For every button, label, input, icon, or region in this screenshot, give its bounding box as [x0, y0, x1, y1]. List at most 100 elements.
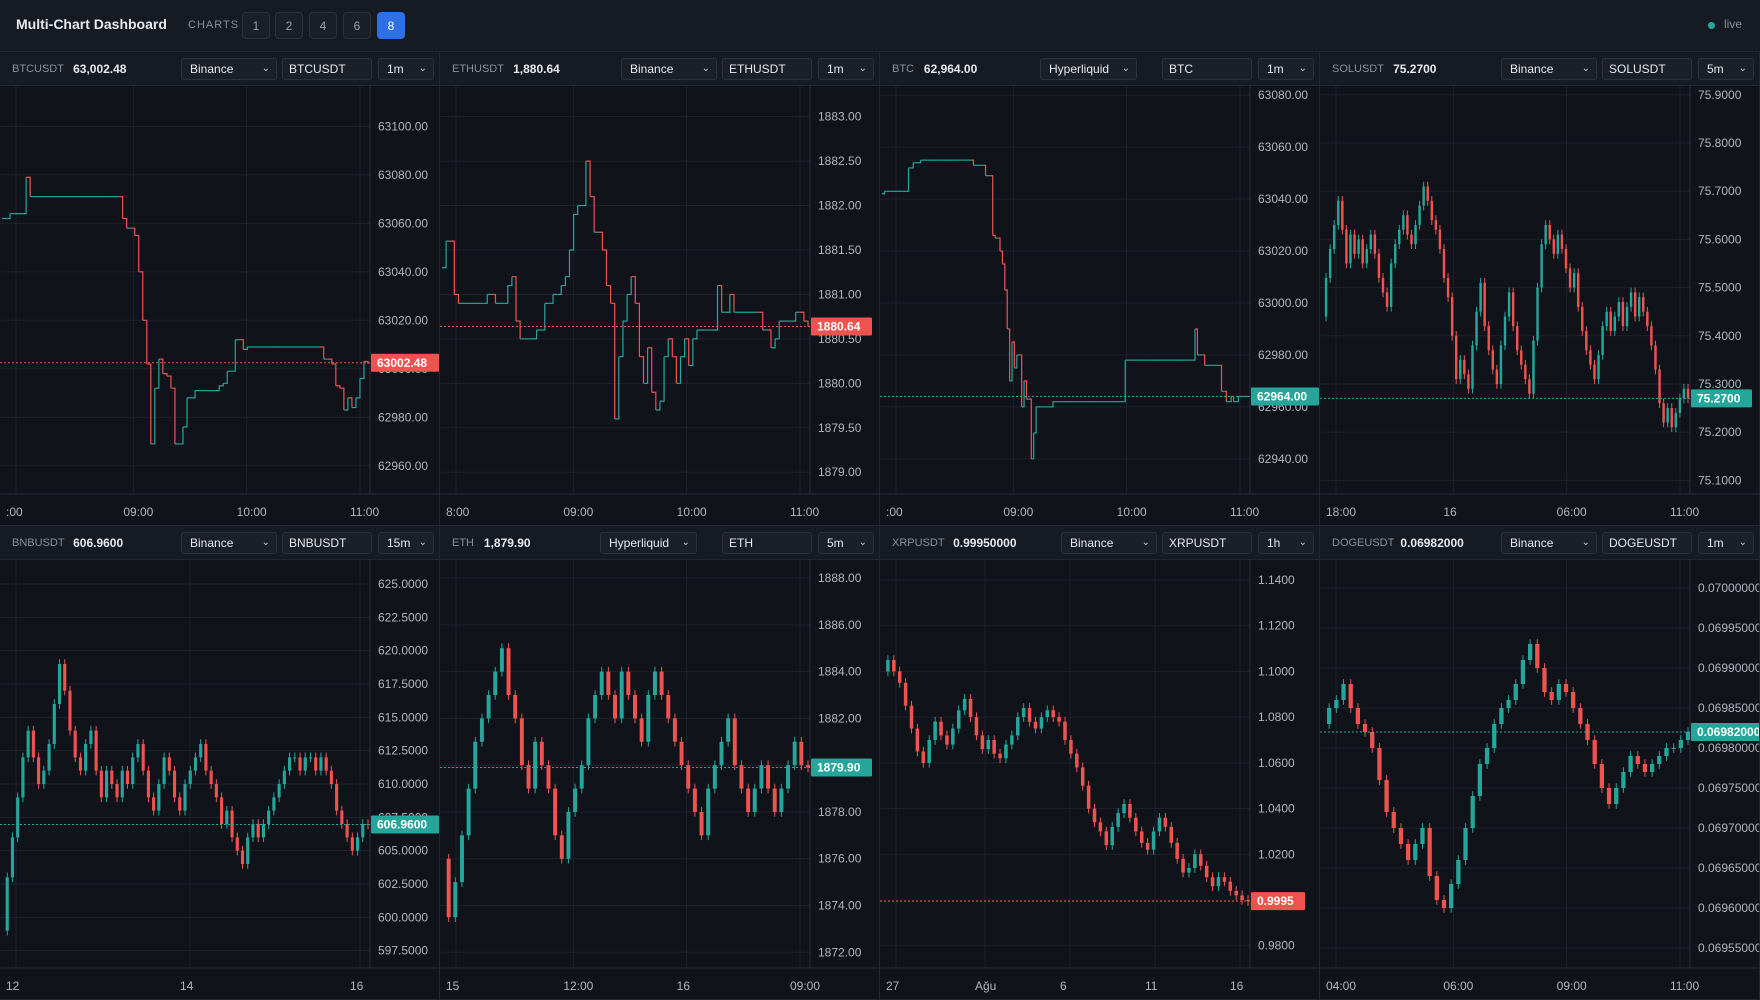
candle-body [1511, 292, 1515, 327]
price-segment [170, 387, 176, 444]
price-chart[interactable]: 1888.001886.001884.001882.001880.001878.… [440, 560, 880, 1000]
y-tick-label: 75.8000 [1698, 136, 1742, 150]
candle-body [897, 671, 902, 683]
price-chart[interactable]: 1883.00 1882.50 1882.00 1881.50 1881.00 1880.… [440, 86, 880, 526]
chart-count-6-button[interactable]: 6 [343, 12, 371, 39]
candle-body [606, 671, 611, 695]
symbol-input-value: ETH [729, 536, 753, 550]
candle-body [131, 757, 135, 784]
candle-body [1341, 684, 1346, 700]
y-tick-label: 1.1200 [1258, 619, 1295, 633]
candle-body [1075, 753, 1079, 768]
timeframe-select[interactable]: 1m ⌄ [378, 58, 434, 80]
exchange-select[interactable]: Hyperliquid ⌄ [600, 532, 697, 554]
price-segment [219, 383, 224, 387]
price-segment [178, 426, 184, 445]
candle-body [1110, 826, 1114, 846]
candle-body [1402, 215, 1405, 230]
candle-body [1393, 244, 1397, 264]
y-tick-label: 0.06970000 [1698, 821, 1760, 835]
symbol-label: DOGEUSDT [1332, 537, 1395, 549]
candle-body [298, 757, 302, 771]
x-tick-label: 09:00 [123, 505, 153, 519]
chart-count-2-button[interactable]: 2 [275, 12, 303, 39]
candle-body [1515, 326, 1519, 351]
symbol-input[interactable]: BNBUSDT [282, 532, 372, 554]
candle-body [1187, 868, 1191, 873]
price-chart[interactable]: 75.9000 75.8000 75.7000 75.6000 75.5000 75.40… [1320, 86, 1760, 526]
y-tick-label: 75.9000 [1698, 88, 1742, 102]
price-segment [651, 391, 657, 410]
candle-body [486, 694, 491, 719]
candle-body [945, 735, 949, 745]
price-chart[interactable]: 1.1400 1.1200 1.1000 1.0800 1.0600 1.0400 1.02… [880, 560, 1320, 1000]
exchange-select[interactable]: Binance ⌄ [1061, 532, 1157, 554]
price-segment [614, 356, 620, 420]
symbol-input-value: SOLUSDT [1609, 62, 1666, 76]
symbol-input[interactable]: ETH [722, 532, 812, 554]
timeframe-value: 5m [827, 536, 844, 550]
symbol-input[interactable]: BTC [1162, 58, 1252, 80]
y-tick-label: 62940.00 [1258, 452, 1308, 466]
candle-body [94, 730, 98, 771]
candle-body [962, 698, 967, 711]
candle-body [639, 718, 644, 742]
symbol-input[interactable]: ETHUSDT [722, 58, 812, 80]
y-tick-label: 0.06995000 [1698, 621, 1760, 635]
candle-body [746, 788, 751, 812]
exchange-select[interactable]: Binance ⌄ [1501, 58, 1597, 80]
exchange-select[interactable]: Binance ⌄ [621, 58, 717, 80]
candle-body [1477, 764, 1483, 796]
price-chart[interactable]: 63080.00 63060.00 63040.00 63020.00 63000.00… [880, 86, 1320, 526]
chart-count-1-button[interactable]: 1 [242, 12, 270, 39]
candle-body [446, 858, 451, 918]
candle-body [599, 671, 604, 695]
candle-body [1568, 268, 1572, 288]
timeframe-select[interactable]: 15m ⌄ [378, 532, 434, 554]
candle-body [453, 882, 458, 918]
chevron-down-icon: ⌄ [1298, 537, 1307, 548]
y-tick-label: 1.0400 [1258, 802, 1295, 816]
candle-body [1492, 724, 1497, 748]
symbol-input[interactable]: SOLUSDT [1602, 58, 1692, 80]
timeframe-select[interactable]: 1m ⌄ [1258, 58, 1314, 80]
timeframe-select[interactable]: 1m ⌄ [1698, 532, 1754, 554]
price-segment [729, 293, 735, 313]
exchange-select[interactable]: Hyperliquid ⌄ [1040, 58, 1137, 80]
price-chart[interactable]: 63100.00 63080.00 63060.00 63040.00 63020.00… [0, 86, 440, 526]
timeframe-select[interactable]: 1h ⌄ [1258, 532, 1314, 554]
y-tick-label: 63040.00 [1258, 192, 1308, 206]
candle-body [293, 757, 297, 759]
symbol-input[interactable]: XRPUSDT [1162, 532, 1252, 554]
x-tick-label: 18:00 [1326, 505, 1356, 519]
candle-body [1544, 224, 1547, 245]
timeframe-select[interactable]: 5m ⌄ [1698, 58, 1754, 80]
chevron-down-icon: ⌄ [1581, 537, 1590, 548]
price-chart[interactable]: 625.0000 622.5000 620.0000 617.5000 615.0000… [0, 560, 440, 1000]
price-segment [725, 294, 731, 313]
chevron-down-icon: ⌄ [1121, 63, 1130, 74]
timeframe-select[interactable]: 5m ⌄ [818, 532, 874, 554]
candle-body [1520, 350, 1523, 365]
price-segment [918, 160, 922, 164]
chart-count-4-button[interactable]: 4 [309, 12, 337, 39]
price-chart[interactable]: 0.07000000 0.06995000 0.06990000 0.06985000… [1320, 560, 1760, 1000]
candle-body [1650, 326, 1653, 346]
timeframe-select[interactable]: 1m ⌄ [818, 58, 874, 80]
exchange-select[interactable]: Binance ⌄ [181, 532, 277, 554]
exchange-select[interactable]: Binance ⌄ [1501, 532, 1597, 554]
price-segment [997, 237, 1001, 252]
symbol-input[interactable]: DOGEUSDT [1602, 532, 1692, 554]
y-tick-label: 610.0000 [378, 777, 428, 791]
candle-body [1475, 311, 1478, 346]
price-segment [598, 231, 603, 250]
symbol-input[interactable]: BTCUSDT [282, 58, 372, 80]
candle-body [739, 765, 744, 789]
timeframe-value: 1m [1707, 536, 1724, 550]
chart-count-8-button[interactable]: 8 [377, 12, 405, 39]
price-segment [507, 276, 513, 287]
price-segment [118, 196, 124, 219]
x-tick-label: 15 [446, 979, 460, 993]
exchange-select[interactable]: Binance ⌄ [181, 58, 277, 80]
candle-body [1327, 708, 1332, 724]
